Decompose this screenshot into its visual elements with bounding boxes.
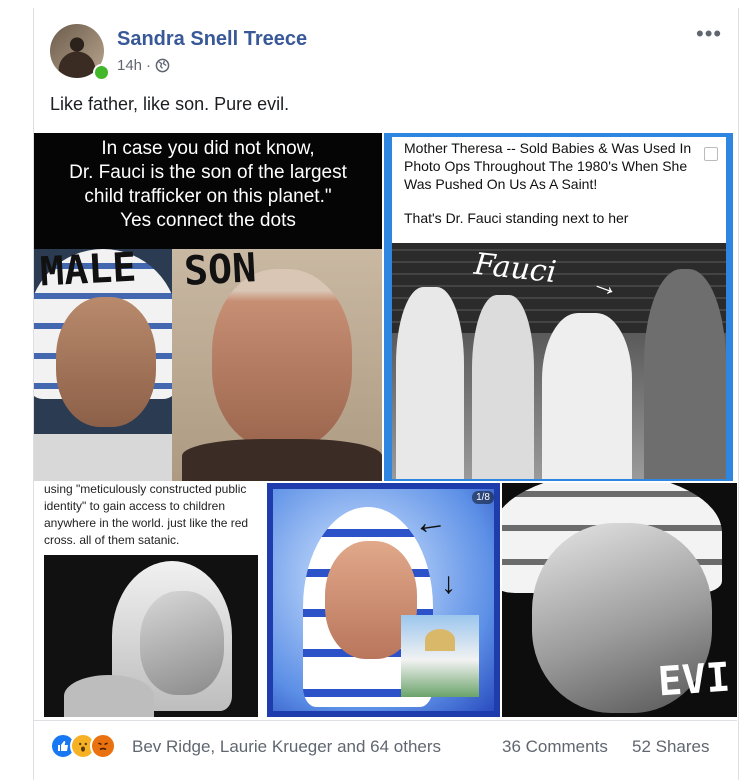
arrow-mark: ↓ [441,567,456,600]
handwritten-label-son: SON [182,245,258,295]
caption-line: Yes connect the dots [120,210,296,231]
photo-background [34,434,172,481]
ellipsis-icon[interactable]: ••• [696,23,722,45]
shoulder-shape [64,675,154,717]
caption-line: In case you did not know, [101,138,315,159]
post-text: Like father, like son. Pure evil. [50,94,290,114]
shares-count[interactable]: 52 Shares [632,737,710,757]
post-image-3[interactable]: using "meticulously constructed public i… [34,483,265,717]
meta-separator: · [146,57,152,74]
author-name[interactable]: Sandra Snell Treece [117,28,307,51]
footer-divider [34,720,737,721]
reaction-names[interactable]: Bev Ridge, Laurie Krueger and 64 others [132,737,441,757]
face-shape [56,297,156,427]
face-shape [140,591,224,695]
post-image-5[interactable]: EVI [502,483,737,717]
post-image-1[interactable]: In case you did not know, Dr. Fauci is t… [34,133,382,481]
post-time[interactable]: 14h [117,57,142,74]
caption-line: anywhere in the world. just like the red [44,516,249,530]
comments-count[interactable]: 36 Comments [502,737,608,757]
caption-line: cross. all of them satanic. [44,533,180,547]
nun-figure [396,287,464,479]
caption-line: child trafficker on this planet." [84,186,332,207]
post-image-4[interactable]: ← ↓ 1/8 [267,483,500,717]
globe-icon[interactable] [155,58,170,73]
shoulders-shape [182,439,382,481]
caption-line: Was Pushed On Us As A Saint! [404,176,598,192]
reaction-icons[interactable] [50,733,116,759]
nun-figure [472,295,534,479]
checkbox-icon [704,147,718,161]
inset-photo [401,615,479,697]
online-status-dot [93,64,110,81]
caption-block: using "meticulously constructed public i… [44,483,260,549]
caption-line: That's Dr. Fauci standing next to her [404,210,629,226]
man-figure [644,269,726,479]
handwritten-label-male: MALE [38,244,138,296]
caption-line: Mother Theresa -- Sold Babies & Was Used… [404,140,692,156]
caption-panel: Mother Theresa -- Sold Babies & Was Used… [392,137,726,243]
dome-shape [425,629,455,651]
bw-portrait [44,555,258,717]
image-inner: ← ↓ [273,489,494,711]
handwritten-label-evi: EVI [656,654,732,706]
image-counter: 1/8 [472,491,494,504]
post-meta: 14h · [117,57,170,74]
arrow-mark: ← [410,500,450,544]
caption-line: Photo Ops Throughout The 1980's When She [404,158,688,174]
bw-photo: Fauci → [392,243,726,479]
post-image-2[interactable]: Mother Theresa -- Sold Babies & Was Used… [384,133,733,481]
face-shape [212,269,352,449]
angry-icon [90,733,116,759]
nun-figure [542,313,632,479]
caption-line: Dr. Fauci is the son of the largest [69,162,347,183]
image-caption: In case you did not know, Dr. Fauci is t… [34,137,382,233]
caption-line: using "meticulously constructed public [44,483,247,496]
caption-line: identity" to gain access to children [44,499,226,513]
